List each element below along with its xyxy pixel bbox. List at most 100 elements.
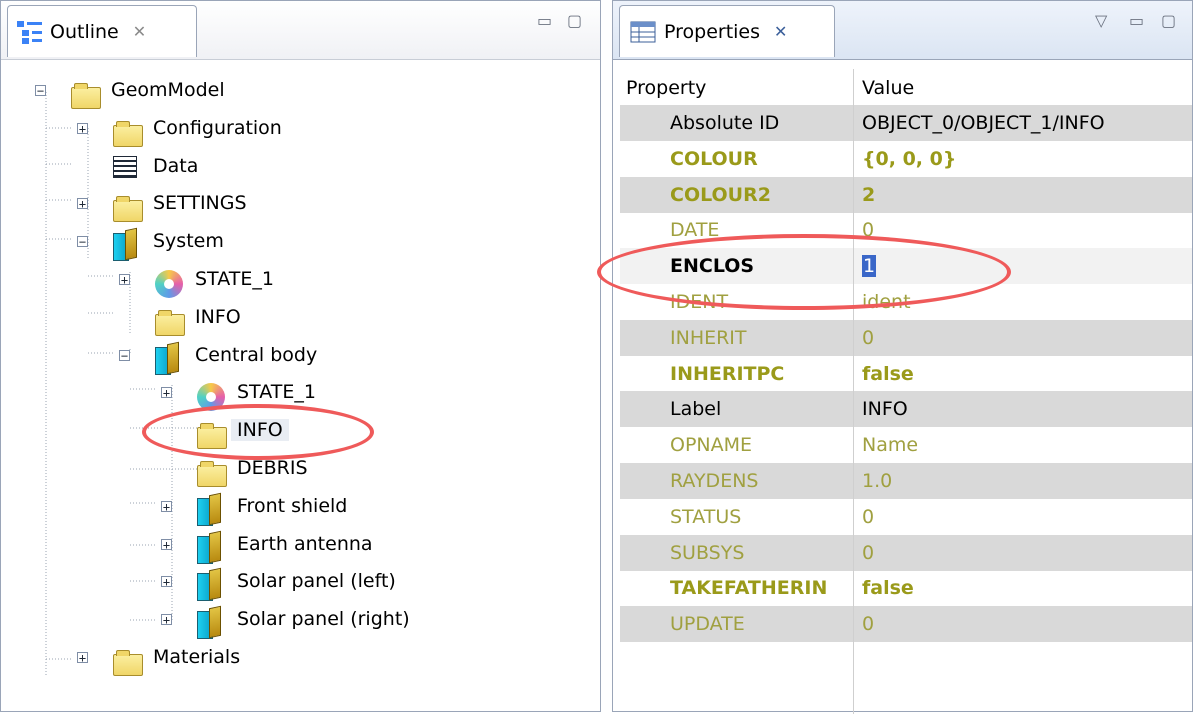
- column-divider: [853, 248, 854, 285]
- tree-item[interactable]: + Materials: [1, 640, 600, 676]
- property-name: COLOUR: [670, 147, 758, 170]
- tree-item-label: Solar panel (left): [237, 570, 396, 593]
- property-name: RAYDENS: [670, 470, 759, 492]
- property-name: UPDATE: [670, 613, 745, 636]
- expand-icon[interactable]: +: [119, 274, 130, 286]
- close-icon[interactable]: ✕: [133, 22, 146, 41]
- tree-item[interactable]: INFO: [1, 413, 600, 450]
- collapse-icon[interactable]: −: [77, 236, 88, 248]
- property-row[interactable]: COLOUR {0, 0, 0}: [620, 140, 1192, 177]
- system-component-icon: [113, 229, 135, 262]
- expand-icon[interactable]: +: [161, 538, 172, 551]
- column-divider: [853, 319, 854, 356]
- collapse-icon[interactable]: −: [119, 349, 130, 362]
- property-row[interactable]: OPNAME Name: [620, 427, 1192, 464]
- property-value[interactable]: INFO: [862, 398, 908, 420]
- property-row[interactable]: DATE 0: [620, 212, 1192, 249]
- folder-icon: [113, 650, 143, 676]
- tree-item[interactable]: + Configuration: [1, 111, 600, 147]
- property-row[interactable]: Absolute ID OBJECT_0/OBJECT_1/INFO: [620, 105, 1192, 141]
- view-menu-icon[interactable]: ▽: [1095, 11, 1107, 30]
- close-icon[interactable]: ✕: [774, 22, 787, 41]
- property-value[interactable]: 0: [862, 327, 874, 349]
- property-row[interactable]: INHERITPC false: [620, 355, 1192, 392]
- tab-properties[interactable]: Properties ✕: [619, 5, 835, 57]
- tree-item-label: GeomModel: [111, 79, 225, 101]
- property-value[interactable]: false: [862, 577, 914, 599]
- tree-item-label: DEBRIS: [237, 457, 308, 479]
- property-value-editor[interactable]: 1: [862, 255, 877, 278]
- column-divider: [853, 498, 854, 535]
- tree-item[interactable]: − Central body: [1, 338, 600, 375]
- tree-item-label: INFO: [231, 419, 289, 442]
- column-divider: [853, 355, 854, 392]
- property-row[interactable]: STATUS 0: [620, 498, 1192, 535]
- property-value[interactable]: 0: [862, 613, 874, 635]
- folder-icon: [197, 423, 227, 450]
- tree-item[interactable]: + Solar panel (left): [1, 564, 600, 602]
- tree-item-label: INFO: [195, 305, 241, 328]
- column-header-value[interactable]: Value: [862, 77, 914, 99]
- column-header-property[interactable]: Property: [626, 77, 706, 99]
- property-row[interactable]: IDENT ident: [620, 284, 1192, 320]
- expand-icon[interactable]: +: [77, 122, 88, 135]
- tree-item[interactable]: + Solar panel (right): [1, 602, 600, 640]
- expand-icon[interactable]: +: [77, 652, 88, 664]
- expand-icon[interactable]: +: [161, 387, 172, 399]
- property-name: OPNAME: [670, 434, 753, 457]
- property-row[interactable]: INHERIT 0: [620, 319, 1192, 356]
- expand-icon[interactable]: +: [161, 614, 172, 626]
- tree-item[interactable]: + Earth antenna: [1, 527, 600, 564]
- column-divider[interactable]: [853, 69, 854, 105]
- tree-item[interactable]: INFO: [1, 300, 600, 336]
- tree-item[interactable]: − GeomModel: [1, 73, 600, 109]
- property-name: INHERIT: [670, 326, 747, 349]
- tree-item[interactable]: Data: [1, 149, 600, 185]
- property-value[interactable]: 0: [862, 542, 874, 564]
- property-value[interactable]: OBJECT_0/OBJECT_1/INFO: [862, 112, 1105, 134]
- property-value[interactable]: 1.0: [862, 470, 892, 492]
- property-value[interactable]: false: [862, 363, 914, 385]
- tree-item[interactable]: − System: [1, 224, 600, 262]
- property-value[interactable]: {0, 0, 0}: [862, 148, 956, 170]
- property-row[interactable]: RAYDENS 1.0: [620, 463, 1192, 499]
- properties-table-icon: [630, 21, 656, 42]
- property-row[interactable]: COLOUR2 2: [620, 176, 1192, 213]
- expand-icon[interactable]: +: [161, 576, 172, 588]
- property-row[interactable]: ENCLOS 1: [620, 248, 1192, 285]
- property-value[interactable]: Name: [862, 434, 918, 456]
- maximize-icon[interactable]: ▢: [1161, 11, 1176, 30]
- tree-item-label: Data: [153, 154, 199, 177]
- collapse-icon[interactable]: −: [35, 85, 46, 97]
- properties-tab-label: Properties: [664, 20, 761, 43]
- column-divider: [853, 677, 854, 714]
- property-row[interactable]: Label INFO: [620, 391, 1192, 428]
- property-row[interactable]: UPDATE 0: [620, 606, 1192, 643]
- expand-icon[interactable]: +: [161, 500, 172, 513]
- minimize-icon[interactable]: ▭: [1129, 11, 1144, 30]
- property-row[interactable]: TAKEFATHERIN false: [620, 570, 1192, 607]
- tree-item-label: System: [153, 230, 224, 253]
- tab-outline[interactable]: Outline ✕: [7, 5, 197, 57]
- property-row[interactable]: SUBSYS 0: [620, 534, 1192, 571]
- column-divider: [853, 140, 854, 177]
- column-divider: [853, 606, 854, 643]
- tree-item-label: Earth antenna: [237, 532, 373, 555]
- expand-icon[interactable]: +: [77, 198, 88, 210]
- property-value[interactable]: ident: [862, 291, 911, 313]
- property-value[interactable]: 1: [862, 255, 877, 278]
- tree-item[interactable]: + SETTINGS: [1, 186, 600, 223]
- tree-item[interactable]: + STATE_1: [1, 262, 600, 298]
- property-value[interactable]: 0: [862, 219, 874, 241]
- tree-item[interactable]: + Front shield: [1, 489, 600, 526]
- folder-icon: [71, 83, 101, 109]
- property-name: INHERITPC: [670, 362, 785, 385]
- tree-item[interactable]: + STATE_1: [1, 375, 600, 412]
- minimize-icon[interactable]: ▭: [537, 11, 552, 30]
- column-divider: [853, 642, 854, 678]
- property-value[interactable]: 0: [862, 506, 874, 528]
- maximize-icon[interactable]: ▢: [567, 11, 582, 30]
- tree-item[interactable]: DEBRIS: [1, 451, 600, 487]
- data-table-icon: [113, 155, 137, 178]
- property-value[interactable]: 2: [862, 184, 875, 206]
